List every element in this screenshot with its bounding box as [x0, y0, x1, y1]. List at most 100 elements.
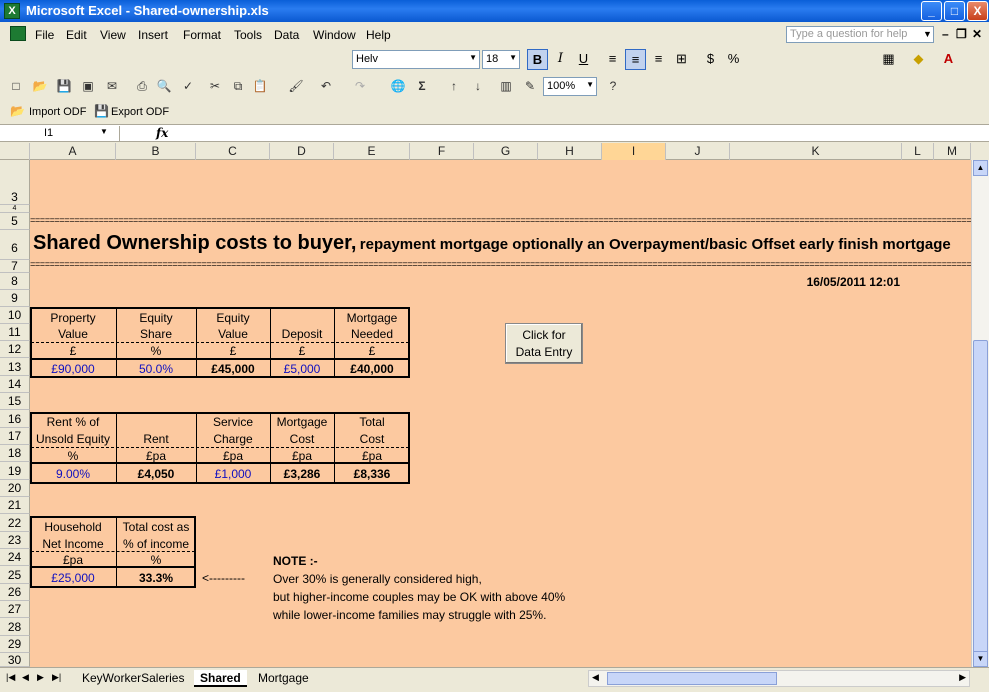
ask-dropdown-icon[interactable]: ▼: [923, 29, 932, 39]
column-header-d[interactable]: D: [270, 143, 334, 160]
row-header[interactable]: 8: [0, 273, 30, 290]
prev-sheet-icon[interactable]: ◀: [22, 672, 29, 683]
font-size-select[interactable]: 18 ▼: [482, 50, 520, 69]
menu-insert[interactable]: Insert: [138, 28, 168, 42]
service-charge-cell[interactable]: £1,000: [196, 467, 270, 481]
workbook-icon[interactable]: [10, 26, 26, 41]
doc-restore-button[interactable]: ❐: [956, 27, 967, 41]
chart-wizard-icon[interactable]: ▥: [498, 78, 514, 94]
row-header[interactable]: 29: [0, 636, 30, 653]
deposit-cell[interactable]: £5,000: [270, 362, 334, 376]
row-header[interactable]: 28: [0, 618, 30, 636]
open-icon[interactable]: 📂: [32, 78, 48, 94]
total-cost-cell[interactable]: £8,336: [334, 467, 410, 481]
align-center-icon[interactable]: ≡: [625, 49, 646, 70]
borders-icon[interactable]: ▦: [878, 49, 899, 70]
rent-pct-cell[interactable]: 9.00%: [30, 467, 116, 481]
column-header-l[interactable]: L: [902, 143, 934, 160]
row-header[interactable]: 5: [0, 213, 30, 230]
menu-window[interactable]: Window: [313, 28, 356, 42]
currency-icon[interactable]: $: [700, 49, 721, 70]
cut-icon[interactable]: ✂: [207, 78, 223, 94]
email-icon[interactable]: ✉: [104, 78, 120, 94]
zoom-select[interactable]: 100% ▼: [543, 77, 597, 96]
row-header[interactable]: 25: [0, 566, 30, 584]
vertical-scrollbar[interactable]: ▲ ▼: [971, 160, 989, 670]
tab-mortgage[interactable]: Mortgage: [252, 670, 315, 687]
column-header-g[interactable]: G: [474, 143, 538, 160]
tab-keyworkersaleries[interactable]: KeyWorkerSaleries: [76, 670, 190, 687]
row-header[interactable]: 11: [0, 324, 30, 341]
horizontal-scrollbar[interactable]: ◀ ▶: [588, 670, 970, 687]
tab-shared[interactable]: Shared: [194, 670, 247, 687]
row-header[interactable]: 13: [0, 358, 30, 376]
percent-button[interactable]: %: [723, 49, 744, 70]
next-sheet-icon[interactable]: ▶: [37, 672, 44, 683]
maximize-button[interactable]: □: [944, 1, 965, 21]
row-header[interactable]: 27: [0, 601, 30, 618]
column-header-a[interactable]: A: [30, 143, 116, 160]
row-header[interactable]: 6: [0, 230, 30, 260]
paste-icon[interactable]: 📋: [252, 78, 268, 94]
column-header-h[interactable]: H: [538, 143, 602, 160]
menu-format[interactable]: Format: [183, 28, 221, 42]
data-entry-button[interactable]: Click for Data Entry: [505, 323, 583, 364]
align-right-icon[interactable]: ≡: [648, 49, 669, 70]
vertical-split-box[interactable]: [971, 143, 989, 160]
menu-data[interactable]: Data: [274, 28, 299, 42]
row-header[interactable]: 3: [0, 160, 30, 205]
format-painter-icon[interactable]: 🖌: [288, 78, 304, 94]
column-header-k[interactable]: K: [730, 143, 902, 160]
column-header-c[interactable]: C: [196, 143, 270, 160]
column-header-b[interactable]: B: [116, 143, 196, 160]
copy-icon[interactable]: ⧉: [230, 78, 246, 94]
import-odf-button[interactable]: Import ODF: [29, 106, 86, 118]
scroll-down-icon[interactable]: ▼: [973, 651, 988, 667]
mortgage-cost-cell[interactable]: £3,286: [270, 467, 334, 481]
row-header[interactable]: 7: [0, 260, 30, 273]
rent-cell[interactable]: £4,050: [116, 467, 196, 481]
row-header[interactable]: 12: [0, 341, 30, 358]
scroll-left-icon[interactable]: ◀: [592, 672, 599, 683]
row-header[interactable]: 23: [0, 532, 30, 549]
ask-question-input[interactable]: Type a question for help: [786, 26, 934, 43]
cost-pct-income-cell[interactable]: 33.3%: [116, 571, 196, 585]
row-header[interactable]: 16: [0, 410, 30, 428]
horizontal-scroll-thumb[interactable]: [607, 672, 777, 685]
sort-ascending-icon[interactable]: ↑: [446, 78, 462, 94]
row-header[interactable]: 17: [0, 428, 30, 445]
column-header-m[interactable]: M: [934, 143, 971, 160]
row-header[interactable]: 24: [0, 549, 30, 566]
italic-button[interactable]: I: [550, 49, 571, 70]
last-sheet-icon[interactable]: ▶|: [52, 672, 61, 683]
column-header-j[interactable]: J: [666, 143, 730, 160]
sort-descending-icon[interactable]: ↓: [470, 78, 486, 94]
font-name-select[interactable]: Helv ▼: [352, 50, 480, 69]
hyperlink-icon[interactable]: 🌐: [390, 78, 406, 94]
select-all-corner[interactable]: [0, 143, 30, 160]
equity-value-cell[interactable]: £45,000: [196, 362, 270, 376]
autosum-icon[interactable]: Σ: [414, 78, 430, 94]
doc-close-button[interactable]: ✕: [972, 27, 982, 41]
menu-edit[interactable]: Edit: [66, 28, 87, 42]
property-value-cell[interactable]: £90,000: [30, 362, 116, 376]
redo-icon[interactable]: ↷: [352, 78, 368, 94]
scroll-up-icon[interactable]: ▲: [973, 160, 988, 176]
doc-minimize-button[interactable]: –: [942, 27, 949, 41]
help-icon[interactable]: ?: [605, 78, 621, 94]
row-header[interactable]: 19: [0, 462, 30, 480]
row-header[interactable]: 21: [0, 497, 30, 514]
row-header[interactable]: 18: [0, 445, 30, 462]
first-sheet-icon[interactable]: |◀: [6, 672, 15, 683]
spelling-icon[interactable]: ✓: [180, 78, 196, 94]
column-header-e[interactable]: E: [334, 143, 410, 160]
print-preview-icon[interactable]: 🔍: [156, 78, 172, 94]
scroll-right-icon[interactable]: ▶: [959, 672, 966, 683]
print-icon[interactable]: ⎙: [134, 78, 150, 94]
row-header[interactable]: 26: [0, 584, 30, 601]
menu-view[interactable]: View: [100, 28, 126, 42]
menu-help[interactable]: Help: [366, 28, 391, 42]
new-icon[interactable]: □: [8, 78, 24, 94]
name-box-dropdown-icon[interactable]: ▼: [100, 127, 108, 136]
font-color-icon[interactable]: A: [938, 49, 959, 70]
